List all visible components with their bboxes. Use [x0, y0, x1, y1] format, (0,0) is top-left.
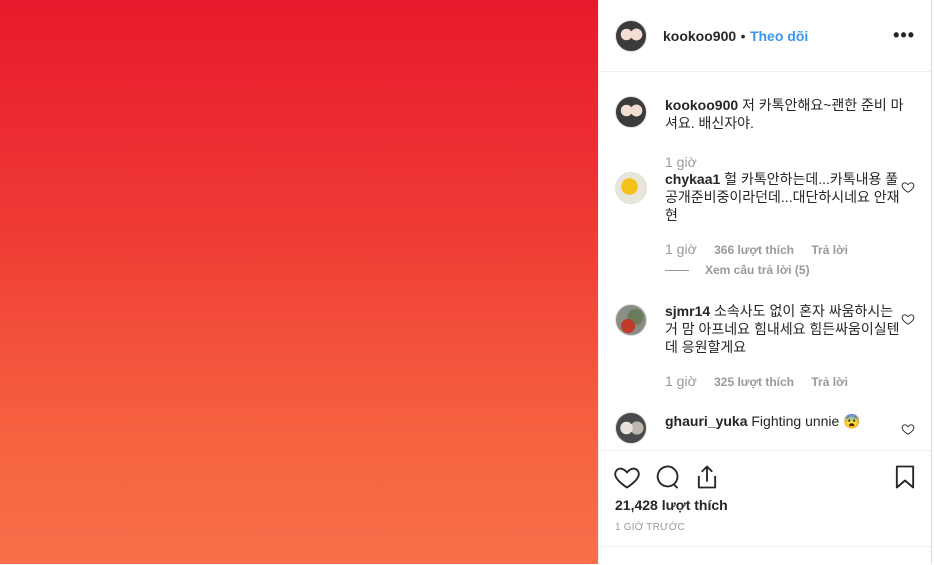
comment-item: ghauri_yuka Fighting unnie 😨: [615, 412, 915, 450]
post-timestamp: 1 GIỜ TRƯỚC: [615, 522, 685, 533]
comment-text: ghauri_yuka Fighting unnie 😨: [665, 412, 905, 430]
post-actions: 21,428 lượt thích 1 GIỜ TRƯỚC: [599, 450, 931, 565]
reply-button[interactable]: Trả lời: [811, 243, 848, 257]
follow-button[interactable]: Theo dõi: [750, 28, 808, 44]
like-comment-heart-icon[interactable]: [901, 312, 915, 326]
like-comment-heart-icon[interactable]: [901, 422, 915, 436]
comment-meta: 1 giờ 366 lượt thích Trả lời: [665, 241, 848, 257]
comment-avatar[interactable]: [615, 412, 647, 444]
comment-text: sjmr14 소속사도 없이 혼자 싸움하시는거 맘 아프네요 힘내세요 힘든싸…: [665, 302, 905, 356]
heart-icon[interactable]: [613, 463, 641, 491]
comment-meta: 1 giờ 325 lượt thích Trả lời: [665, 373, 848, 389]
bookmark-icon[interactable]: [891, 463, 919, 491]
comment-avatar[interactable]: [615, 304, 647, 336]
separator-dot: •: [740, 28, 746, 44]
view-replies-label: Xem câu trả lời (5): [705, 263, 810, 277]
post-image[interactable]: [0, 0, 598, 564]
comment-username[interactable]: ghauri_yuka: [665, 413, 747, 429]
reply-button[interactable]: Trả lời: [811, 375, 848, 389]
comment-username[interactable]: chykaa1: [665, 171, 720, 187]
share-icon[interactable]: [693, 463, 721, 491]
comment-avatar[interactable]: [615, 172, 647, 204]
post-side-panel: kookoo900 • Theo dõi ••• kookoo900 저 카톡안…: [598, 0, 932, 564]
caption-time[interactable]: 1 giờ: [665, 154, 697, 170]
comment-likes[interactable]: 325 lượt thích: [714, 375, 794, 389]
comment-likes[interactable]: 366 lượt thích: [714, 243, 794, 257]
post-header: kookoo900 • Theo dõi •••: [599, 0, 931, 72]
comment-body: Fighting unnie 😨: [751, 413, 861, 429]
comment-time[interactable]: 1 giờ: [665, 241, 697, 257]
view-replies-button[interactable]: Xem câu trả lời (5): [665, 263, 810, 277]
comment-item: sjmr14 소속사도 없이 혼자 싸움하시는거 맘 아프네요 힘내세요 힘든싸…: [615, 302, 915, 392]
post-likes-count[interactable]: 21,428 lượt thích: [615, 497, 728, 513]
caption-avatar[interactable]: [615, 96, 647, 128]
comment-time[interactable]: 1 giờ: [665, 373, 697, 389]
comment-text: chykaa1 헐 카톡안하는데...카톡내용 풀공개준비중이라던데...대단하…: [665, 170, 905, 224]
comments-list[interactable]: kookoo900 저 카톡안해요~괜한 준비 마셔요. 배신자야. 1 giờ…: [599, 72, 931, 450]
caption-username[interactable]: kookoo900: [665, 97, 738, 113]
caption-text: kookoo900 저 카톡안해요~괜한 준비 마셔요. 배신자야.: [665, 96, 905, 132]
replies-divider: [665, 270, 689, 272]
comment-username[interactable]: sjmr14: [665, 303, 710, 319]
owner-avatar[interactable]: [615, 20, 647, 52]
owner-username[interactable]: kookoo900: [663, 28, 736, 44]
bottom-divider: [599, 546, 931, 547]
comment-icon[interactable]: [653, 463, 681, 491]
owner-line: kookoo900 • Theo dõi: [663, 28, 808, 46]
more-options-icon[interactable]: •••: [893, 26, 915, 44]
like-comment-heart-icon[interactable]: [901, 180, 915, 194]
caption-meta: 1 giờ: [665, 154, 711, 170]
comment-item: chykaa1 헐 카톡안하는데...카톡내용 풀공개준비중이라던데...대단하…: [615, 170, 915, 282]
